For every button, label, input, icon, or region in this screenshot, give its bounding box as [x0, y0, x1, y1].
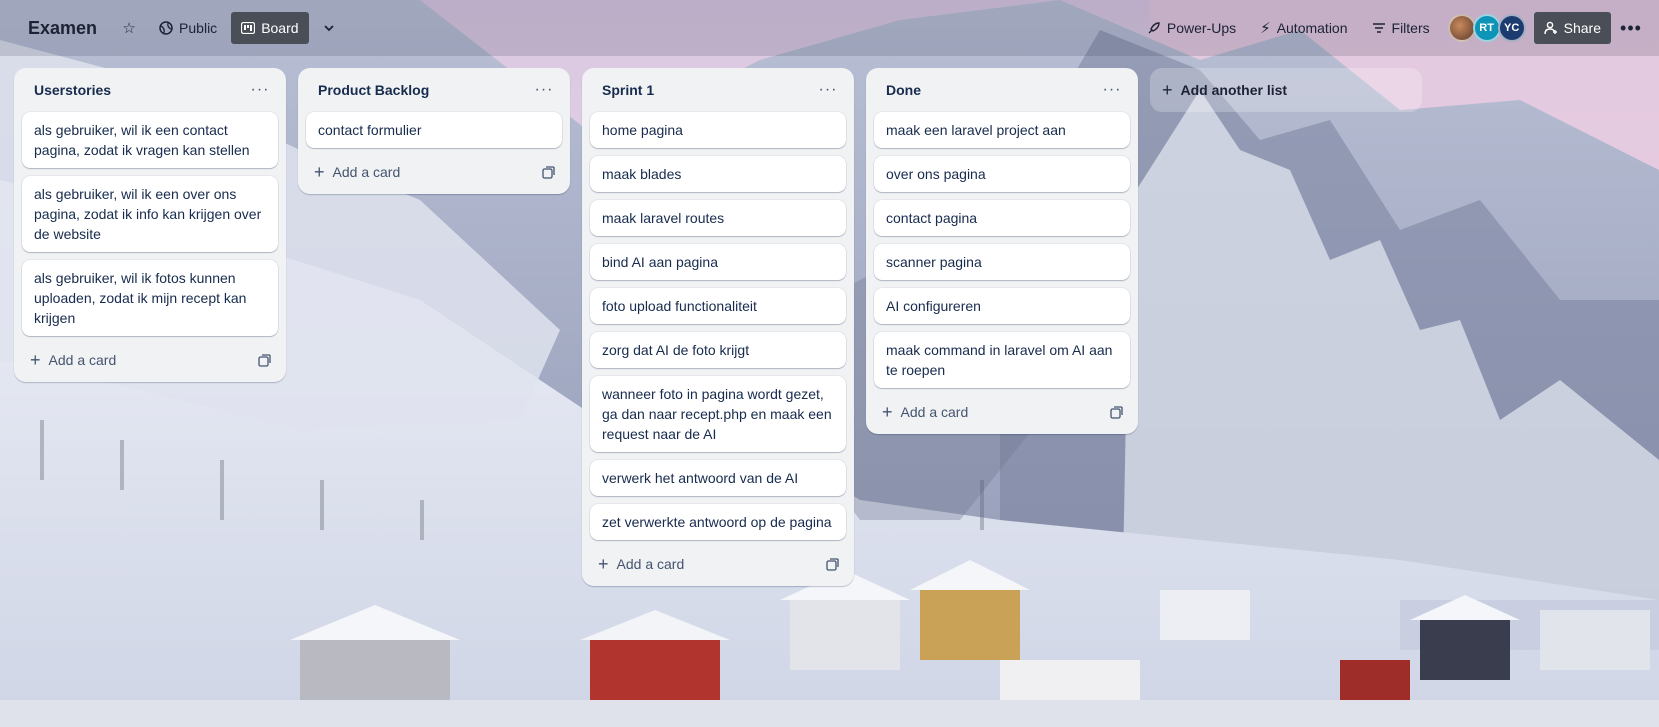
list-footer: + Add a card: [590, 548, 846, 580]
card[interactable]: als gebruiker, wil ik een over ons pagin…: [22, 176, 278, 252]
board-title[interactable]: Examen: [16, 12, 109, 45]
list-title[interactable]: Product Backlog: [318, 82, 429, 98]
card[interactable]: als gebruiker, wil ik fotos kunnen uploa…: [22, 260, 278, 336]
view-switcher-button[interactable]: [313, 12, 345, 44]
card[interactable]: bind AI aan pagina: [590, 244, 846, 280]
add-card-button[interactable]: + Add a card: [882, 403, 968, 421]
list-userstories[interactable]: Userstories ··· als gebruiker, wil ik ee…: [14, 68, 286, 382]
chevron-down-icon: [323, 25, 334, 32]
add-card-button[interactable]: + Add a card: [314, 163, 400, 181]
share-button[interactable]: Share: [1533, 12, 1611, 44]
card[interactable]: maak een laravel project aan: [874, 112, 1130, 148]
card[interactable]: home pagina: [590, 112, 846, 148]
plus-icon: +: [598, 554, 609, 574]
avatar-rt[interactable]: RT: [1472, 14, 1501, 42]
board-icon: [241, 22, 256, 34]
add-person-icon: [1543, 21, 1557, 35]
list-header: Userstories ···: [22, 76, 278, 104]
rocket-icon: [1148, 22, 1160, 34]
add-card-button[interactable]: + Add a card: [598, 555, 684, 573]
list-title[interactable]: Sprint 1: [602, 82, 654, 98]
card[interactable]: maak blades: [590, 156, 846, 192]
card[interactable]: zorg dat AI de foto krijgt: [590, 332, 846, 368]
board-header-left: Examen ☆ Public Board: [16, 12, 345, 45]
visibility-button[interactable]: Public: [149, 12, 227, 44]
filters-button[interactable]: Filters: [1362, 12, 1440, 44]
list-menu-icon[interactable]: ···: [246, 81, 274, 99]
list-footer: + Add a card: [306, 156, 562, 188]
list-footer: + Add a card: [22, 344, 278, 376]
visibility-label: Public: [179, 20, 218, 36]
list-header: Done ···: [874, 76, 1130, 104]
add-another-list-button[interactable]: + Add another list: [1150, 68, 1422, 112]
share-label: Share: [1563, 20, 1601, 36]
member-avatars: RT YC: [1447, 14, 1526, 42]
avatar-photo[interactable]: [1447, 14, 1476, 42]
list-sprint-1[interactable]: Sprint 1 ··· home pagina maak blades maa…: [582, 68, 854, 586]
card[interactable]: maak laravel routes: [590, 200, 846, 236]
add-card-label: Add a card: [616, 556, 685, 572]
card[interactable]: maak command in laravel om AI aan te roe…: [874, 332, 1130, 388]
card[interactable]: over ons pagina: [874, 156, 1130, 192]
lightning-icon: ⚡: [1260, 19, 1271, 37]
add-card-button[interactable]: + Add a card: [30, 351, 116, 369]
star-button[interactable]: ☆: [113, 12, 145, 44]
list-menu-icon[interactable]: ···: [814, 81, 842, 99]
list-header: Product Backlog ···: [306, 76, 562, 104]
card[interactable]: scanner pagina: [874, 244, 1130, 280]
card[interactable]: verwerk het antwoord van de AI: [590, 460, 846, 496]
card[interactable]: foto upload functionaliteit: [590, 288, 846, 324]
view-board-button[interactable]: Board: [231, 12, 309, 44]
globe-icon: [159, 21, 173, 35]
view-label: Board: [261, 20, 299, 36]
list-header: Sprint 1 ···: [590, 76, 846, 104]
card[interactable]: wanneer foto in pagina wordt gezet, ga d…: [590, 376, 846, 452]
board-header: Examen ☆ Public Board Power-Ups ⚡ Automa…: [0, 0, 1659, 56]
powerups-label: Power-Ups: [1166, 20, 1237, 36]
more-icon: •••: [1620, 17, 1642, 38]
card[interactable]: AI configureren: [874, 288, 1130, 324]
avatar-yc[interactable]: YC: [1497, 14, 1526, 42]
card[interactable]: zet verwerkte antwoord op de pagina: [590, 504, 846, 540]
list-title[interactable]: Userstories: [34, 82, 111, 98]
plus-icon: +: [1162, 79, 1173, 100]
board-menu-button[interactable]: •••: [1615, 12, 1647, 44]
card[interactable]: als gebruiker, wil ik een contact pagina…: [22, 112, 278, 168]
powerups-button[interactable]: Power-Ups: [1137, 12, 1246, 44]
card-template-icon[interactable]: [540, 164, 556, 180]
list-product-backlog[interactable]: Product Backlog ··· contact formulier + …: [298, 68, 570, 194]
card-template-icon[interactable]: [824, 556, 840, 572]
plus-icon: +: [30, 350, 41, 370]
plus-icon: +: [314, 162, 325, 182]
list-footer: + Add a card: [874, 396, 1130, 428]
board-header-right: Power-Ups ⚡ Automation Filters RT YC Sha…: [1137, 12, 1647, 44]
plus-icon: +: [882, 402, 893, 422]
star-icon: ☆: [122, 19, 136, 37]
add-card-label: Add a card: [332, 164, 401, 180]
add-card-label: Add a card: [48, 352, 117, 368]
card[interactable]: contact formulier: [306, 112, 562, 148]
card[interactable]: contact pagina: [874, 200, 1130, 236]
automation-button[interactable]: ⚡ Automation: [1250, 12, 1357, 44]
card-template-icon[interactable]: [1108, 404, 1124, 420]
add-list-label: Add another list: [1180, 82, 1288, 98]
list-menu-icon[interactable]: ···: [1098, 81, 1126, 99]
list-title[interactable]: Done: [886, 82, 921, 98]
card-template-icon[interactable]: [256, 352, 272, 368]
automation-label: Automation: [1276, 20, 1348, 36]
list-menu-icon[interactable]: ···: [530, 81, 558, 99]
filter-icon: [1372, 23, 1385, 33]
filters-label: Filters: [1391, 20, 1430, 36]
board-canvas: Userstories ··· als gebruiker, wil ik ee…: [14, 68, 1422, 586]
list-done[interactable]: Done ··· maak een laravel project aan ov…: [866, 68, 1138, 434]
add-card-label: Add a card: [900, 404, 969, 420]
